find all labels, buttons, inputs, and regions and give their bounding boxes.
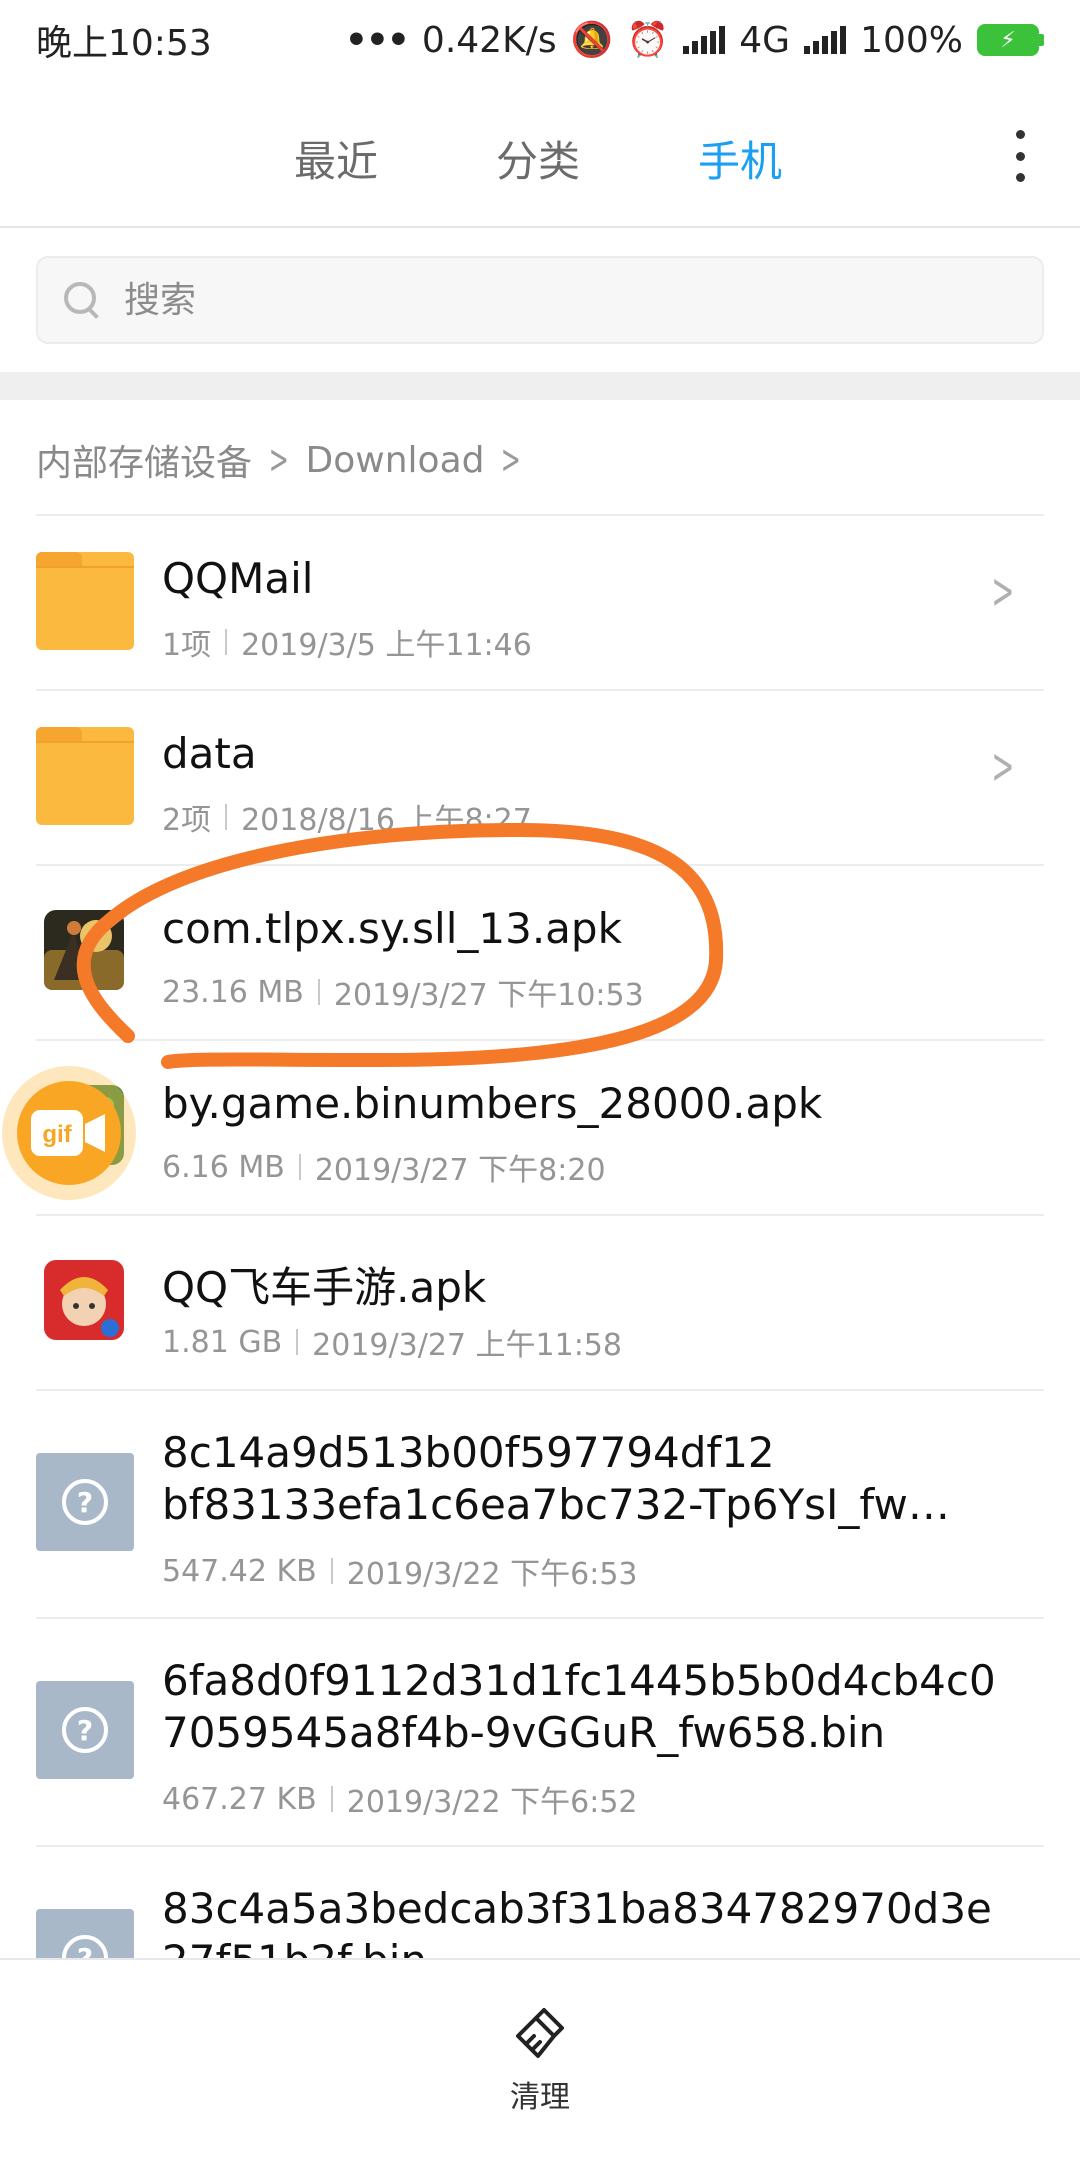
search-bar[interactable] xyxy=(36,256,1044,344)
gif-camera-icon: gif xyxy=(17,1081,121,1185)
more-options-icon[interactable] xyxy=(1000,126,1040,186)
breadcrumb: 内部存储设备 > Download > xyxy=(36,430,528,490)
notification-dots-icon: ••• xyxy=(344,19,410,61)
breadcrumb-internal-storage[interactable]: 内部存储设备 xyxy=(36,434,252,486)
file-name: 6fa8d0f9112d31d1fc1445b5b0d4cb4c0 705954… xyxy=(162,1656,996,1757)
chevron-right-icon: > xyxy=(268,437,289,483)
signal-icon xyxy=(683,26,726,54)
file-name: by.game.binumbers_28000.apk xyxy=(162,1079,823,1128)
svg-text:gif: gif xyxy=(42,1121,72,1148)
list-item[interactable]: QQMail 1项 2019/3/5 上午11:46 > xyxy=(0,514,1080,689)
battery-percent: 100% xyxy=(860,19,963,61)
section-divider xyxy=(0,372,1080,400)
tab-bar: 最近 分类 手机 xyxy=(0,80,1080,228)
clean-label: 清理 xyxy=(510,2080,570,2115)
file-meta: 6.16 MB 2019/3/27 下午8:20 xyxy=(162,1149,606,1189)
file-name: 8c14a9d513b00f597794df12 bf83133efa1c6ea… xyxy=(162,1428,950,1529)
file-name: QQ飞车手游.apk xyxy=(162,1263,487,1312)
list-item[interactable]: data 2项 2018/8/16 上午8:27 > xyxy=(0,689,1080,864)
tab-category[interactable]: 分类 xyxy=(496,128,580,189)
tab-recent[interactable]: 最近 xyxy=(294,128,378,189)
battery-icon: ⚡ xyxy=(977,24,1044,56)
folder-icon xyxy=(36,552,134,650)
list-item[interactable]: QQ飞车手游.apk 1.81 GB 2019/3/27 上午11:58 xyxy=(0,1214,1080,1389)
file-name: com.tlpx.sy.sll_13.apk xyxy=(162,904,622,953)
chevron-right-icon: > xyxy=(501,437,522,483)
signal-icon-2 xyxy=(804,26,847,54)
list-item[interactable]: com.tlpx.sy.sll_13.apk 23.16 MB 2019/3/27… xyxy=(0,864,1080,1039)
file-meta: 1.81 GB 2019/3/27 上午11:58 xyxy=(162,1324,622,1364)
file-meta: 467.27 KB 2019/3/22 下午6:52 xyxy=(162,1781,638,1821)
list-item[interactable]: ? 8c14a9d513b00f597794df12 bf83133efa1c6… xyxy=(0,1389,1080,1617)
search-input[interactable] xyxy=(124,279,1004,321)
clean-button[interactable]: 清理 xyxy=(490,2004,590,2124)
apk-app-icon xyxy=(44,910,124,990)
list-item[interactable]: ? 6fa8d0f9112d31d1fc1445b5b0d4cb4c0 7059… xyxy=(0,1617,1080,1845)
file-meta: 1项 2019/3/5 上午11:46 xyxy=(162,628,532,663)
apk-app-icon xyxy=(44,1260,124,1340)
unknown-file-icon: ? xyxy=(36,1681,134,1779)
file-list: QQMail 1项 2019/3/5 上午11:46 > data 2项 2018/… xyxy=(0,514,1080,2073)
chevron-right-icon: > xyxy=(991,562,1015,620)
tab-phone[interactable]: 手机 xyxy=(698,128,782,189)
bottom-bar: 清理 xyxy=(0,1958,1080,2160)
floating-gif-button[interactable]: gif xyxy=(2,1066,136,1200)
breadcrumb-download[interactable]: Download xyxy=(306,440,485,481)
network-speed: 0.42K/s xyxy=(421,19,557,61)
unknown-file-icon: ? xyxy=(36,1453,134,1551)
search-icon xyxy=(62,280,102,320)
file-name: data xyxy=(162,729,257,778)
file-meta: 547.42 KB 2019/3/22 下午6:53 xyxy=(162,1553,638,1593)
network-type: 4G xyxy=(739,19,791,61)
folder-icon xyxy=(36,727,134,825)
alarm-icon: ⏰ xyxy=(626,20,670,60)
status-bar: 晚上10:53 ••• 0.42K/s 🔕 ⏰ 4G 100% ⚡ xyxy=(0,0,1080,80)
file-meta: 23.16 MB 2019/3/27 下午10:53 xyxy=(162,974,644,1014)
chevron-right-icon: > xyxy=(991,737,1015,795)
list-item[interactable]: by.game.binumbers_28000.apk 6.16 MB 2019/… xyxy=(0,1039,1080,1214)
file-meta: 2项 2018/8/16 上午8:27 xyxy=(162,803,532,838)
mute-icon: 🔕 xyxy=(570,20,613,60)
file-name: QQMail xyxy=(162,554,314,603)
status-time: 晚上10:53 xyxy=(36,23,212,64)
broom-icon xyxy=(516,2008,564,2058)
